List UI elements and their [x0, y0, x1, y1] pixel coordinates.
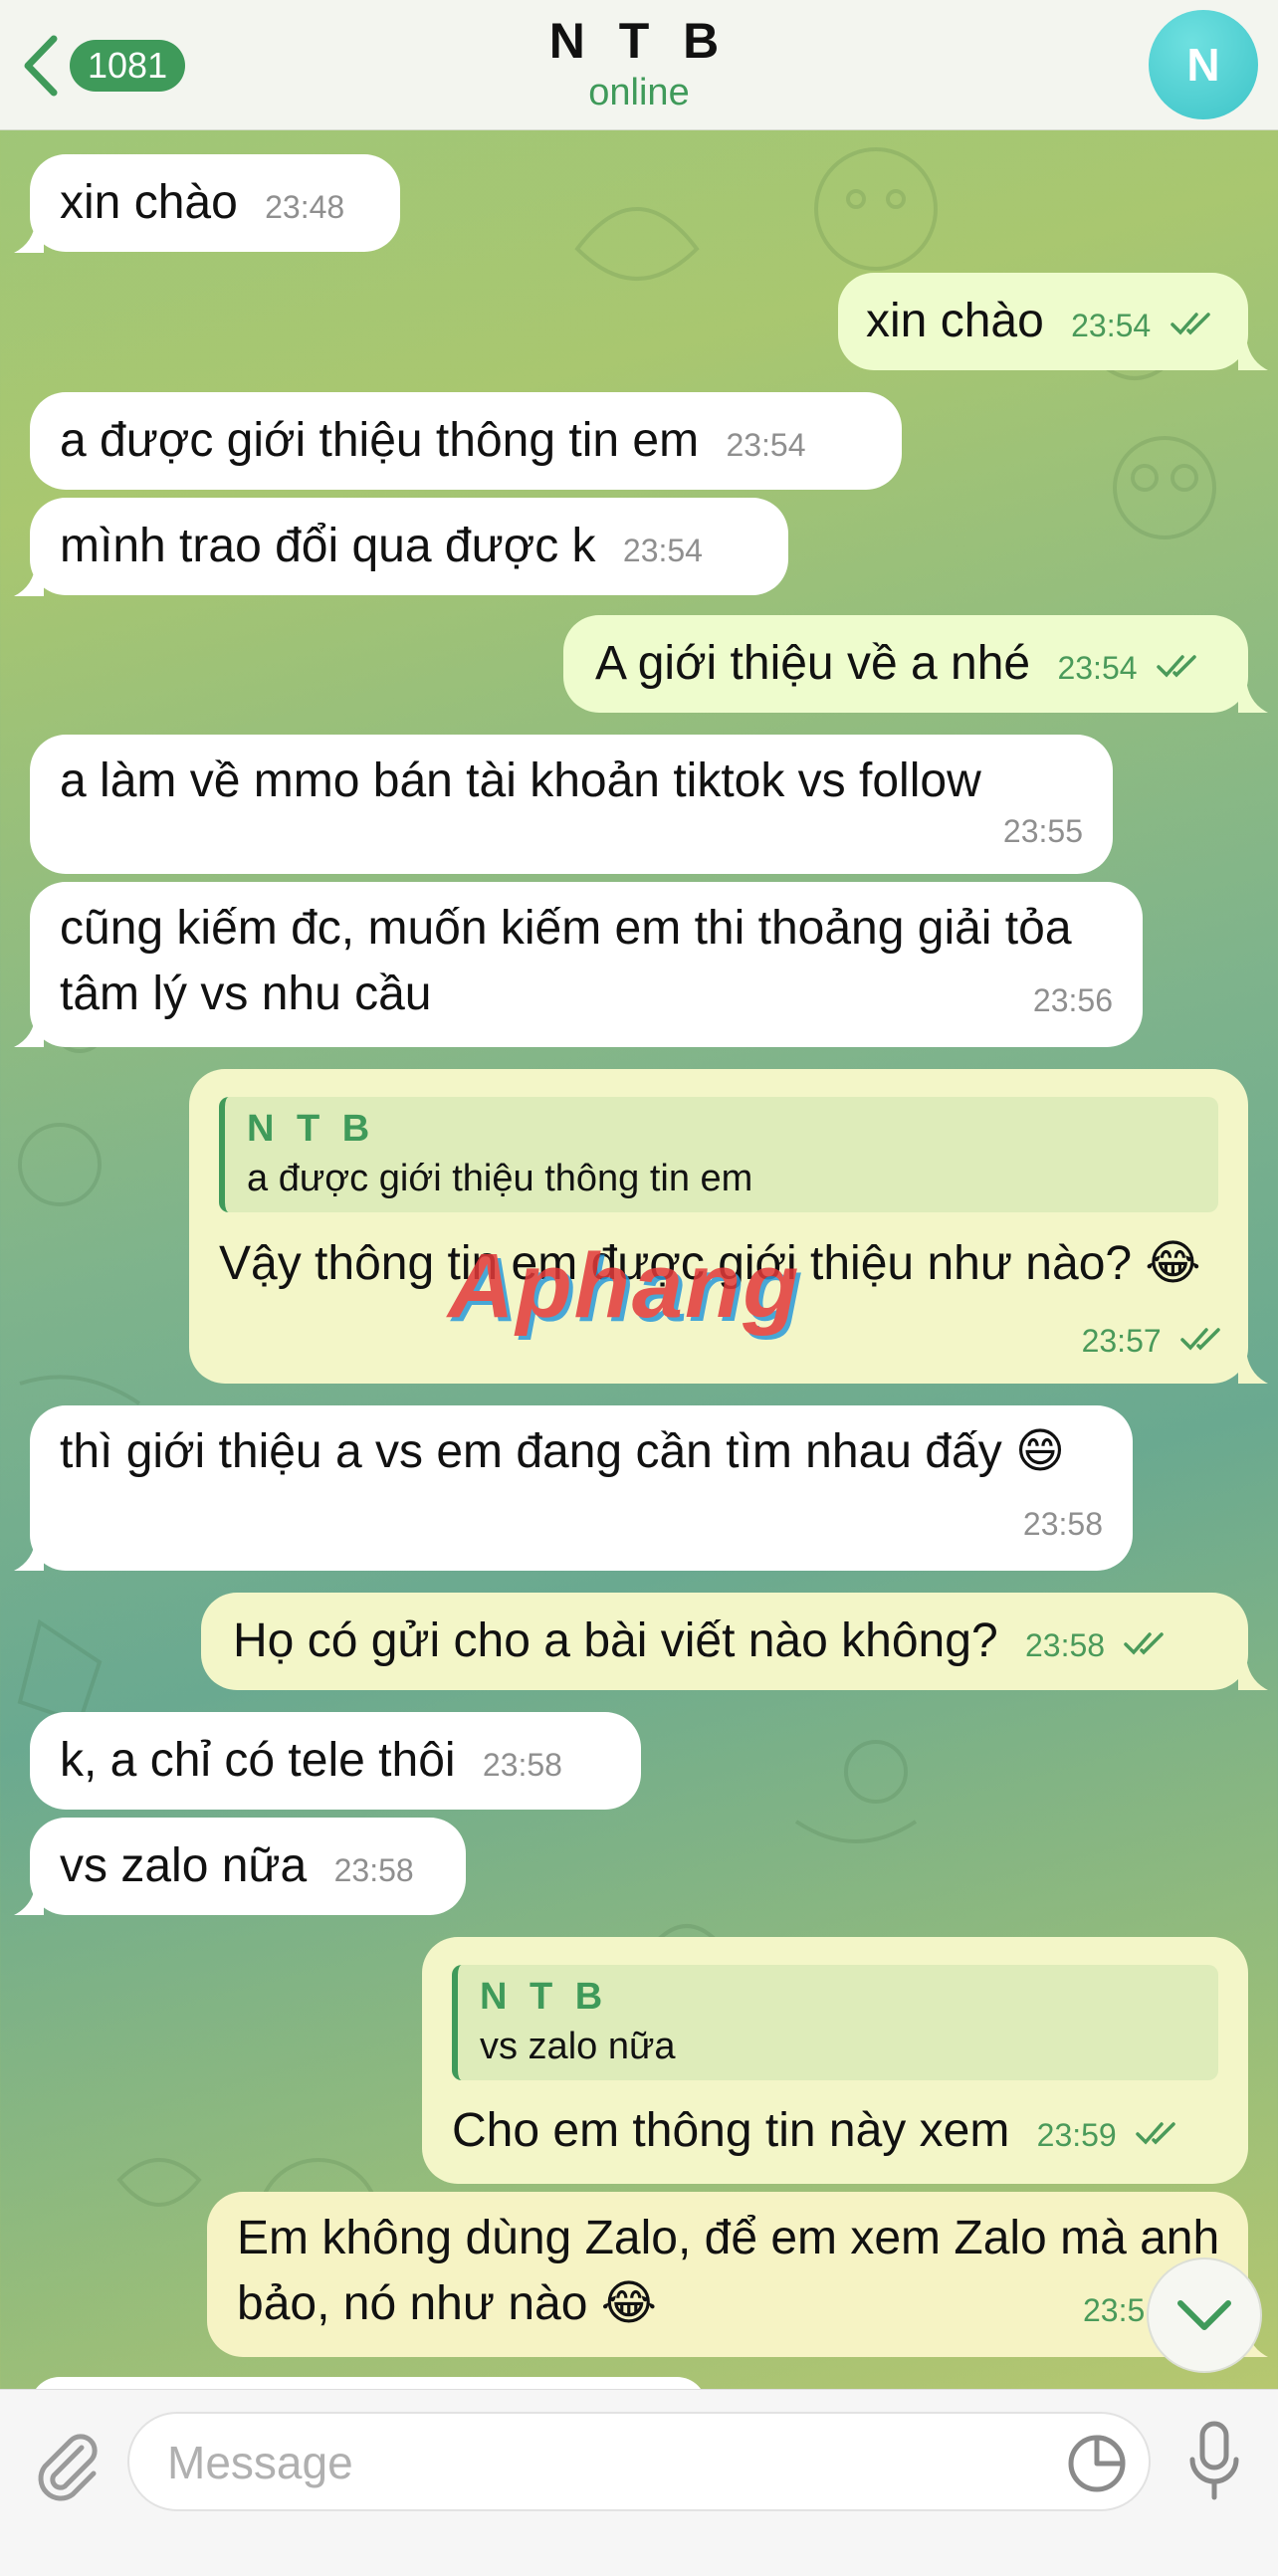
message-time: 23:5 [1083, 2292, 1146, 2328]
message-time: 23:58 [1022, 1506, 1103, 1542]
message-bubble-outgoing[interactable]: A giới thiệu về a nhé 23:54 [563, 615, 1248, 713]
message-text: a làm về mmo bán tài khoản tiktok vs fol… [60, 754, 981, 807]
reply-quoted-text: vs zalo nữa [480, 2026, 676, 2067]
reply-preview[interactable]: N T B a được giới thiệu thông tin em [219, 1097, 1218, 1212]
reply-sender-name: N T B [480, 1976, 609, 2018]
message-bubble-outgoing[interactable]: Em không dùng Zalo, để em xem Zalo mà an… [207, 2192, 1248, 2357]
message-text: xin chào [866, 295, 1044, 347]
message-input[interactable] [165, 2434, 1045, 2491]
chevron-down-icon [1177, 2300, 1231, 2330]
double-check-icon [1124, 1632, 1165, 1655]
bubble-tail [14, 1013, 44, 1047]
message-meta: 23:57 [1082, 1304, 1226, 1374]
bubble-tail [1238, 679, 1268, 713]
watermark-logo: Aphang [448, 1234, 800, 1339]
double-check-icon [1170, 313, 1210, 335]
message-text: vs zalo nữa [60, 1839, 308, 1892]
message-bubble-outgoing-reply[interactable]: N T B vs zalo nữa Cho em thông tin này x… [422, 1937, 1248, 2184]
reply-quoted-text: a được giới thiệu thông tin em [247, 1158, 753, 1199]
watermark-text: Aphang [448, 1235, 801, 1337]
message-field[interactable] [127, 2412, 1151, 2511]
message-bubble-incoming[interactable]: k, a chỉ có tele thôi 23:58 [30, 1712, 641, 1810]
message-text: Họ có gửi cho a bài viết nào không? [233, 1614, 998, 1667]
message-text: cũng kiếm đc, muốn kiếm em thi thoảng gi… [60, 902, 1072, 1020]
reply-preview[interactable]: N T B vs zalo nữa [452, 1965, 1218, 2080]
bubble-tail [1238, 1350, 1268, 1384]
message-time: 23:54 [1057, 650, 1138, 686]
bubble-tail [1238, 1656, 1268, 1690]
message-bubble-incoming[interactable]: thì giới thiệu a vs em đang cần tìm nhau… [30, 1405, 1133, 1571]
bubble-tail [14, 562, 44, 596]
message-bubble-incoming[interactable]: a làm về mmo bán tài khoản tiktok vs fol… [30, 735, 1113, 874]
message-text: A giới thiệu về a nhé [595, 637, 1031, 690]
avatar-initial: N [1186, 39, 1220, 91]
message-text: thì giới thiệu a vs em đang cần tìm nhau… [60, 1425, 1066, 1478]
bubble-tail [14, 1881, 44, 1915]
avatar[interactable]: N [1149, 10, 1258, 119]
double-check-icon [1157, 655, 1196, 678]
message-text: k, a chỉ có tele thôi [60, 1734, 456, 1787]
scroll-to-bottom-button[interactable] [1147, 2257, 1262, 2373]
message-time: 23:58 [1024, 1627, 1106, 1663]
message-time: 23:57 [1081, 1323, 1162, 1359]
message-time: 23:54 [726, 427, 806, 463]
message-bubble-outgoing[interactable]: Họ có gửi cho a bài viết nào không? 23:5… [201, 1593, 1248, 1690]
message-bubble-incoming[interactable]: xin chào 23:48 [30, 154, 400, 252]
message-bubble-incoming[interactable]: mình trao đổi qua được k 23:54 [30, 498, 788, 595]
message-time: 23:56 [1032, 982, 1113, 1018]
message-time: 23:54 [622, 533, 703, 568]
double-check-icon [1136, 2122, 1175, 2145]
message-text: xin chào [60, 176, 238, 229]
paperclip-icon[interactable] [28, 2426, 106, 2503]
message-bubble-incoming[interactable]: a được giới thiệu thông tin em 23:54 [30, 392, 902, 490]
message-time: 23:59 [1036, 2117, 1117, 2153]
message-composer [0, 2389, 1278, 2576]
message-bubble-incoming[interactable]: cũng kiếm đc, muốn kiếm em thi thoảng gi… [30, 882, 1143, 1047]
message-text: mình trao đổi qua được k [60, 520, 596, 572]
message-text: Em không dùng Zalo, để em xem Zalo mà an… [237, 2212, 1220, 2330]
message-time: 23:54 [1071, 308, 1152, 343]
message-bubble-outgoing[interactable]: xin chào 23:54 [838, 273, 1248, 370]
chat-status: online [588, 72, 690, 113]
bubble-tail [14, 219, 44, 253]
message-time: 23:48 [265, 189, 345, 225]
sticker-icon[interactable] [1065, 2432, 1129, 2495]
message-time: 23:58 [482, 1747, 562, 1783]
microphone-icon[interactable] [1184, 2420, 1244, 2503]
chat-header: 1081 N T B online N [0, 0, 1278, 130]
double-check-icon [1180, 1328, 1220, 1351]
bubble-tail [14, 1537, 44, 1571]
reply-sender-name: N T B [247, 1108, 376, 1150]
message-time: 23:55 [1002, 813, 1083, 849]
message-bubble-incoming[interactable]: vs zalo nữa 23:58 [30, 1818, 466, 1915]
chat-title[interactable]: N T B [0, 12, 1278, 70]
message-text: Cho em thông tin này xem [452, 2104, 1010, 2157]
message-time: 23:58 [333, 1852, 414, 1888]
message-text: a được giới thiệu thông tin em [60, 414, 700, 467]
bubble-tail [1238, 336, 1268, 370]
